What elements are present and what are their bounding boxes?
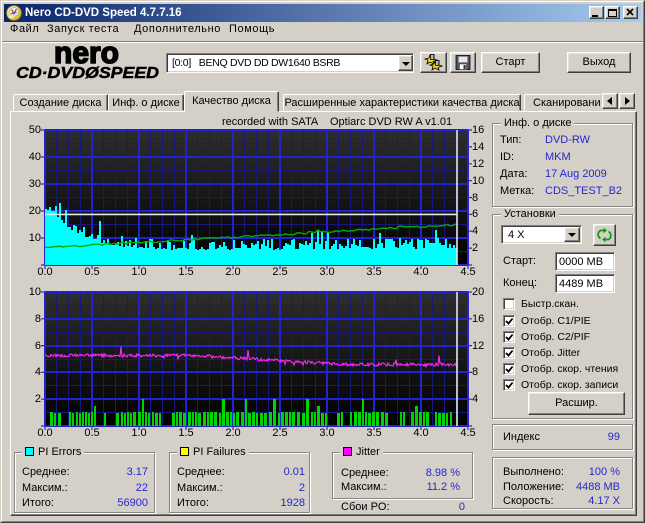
svg-text:CD·DVDØSPEED: CD·DVDØSPEED	[16, 65, 159, 82]
